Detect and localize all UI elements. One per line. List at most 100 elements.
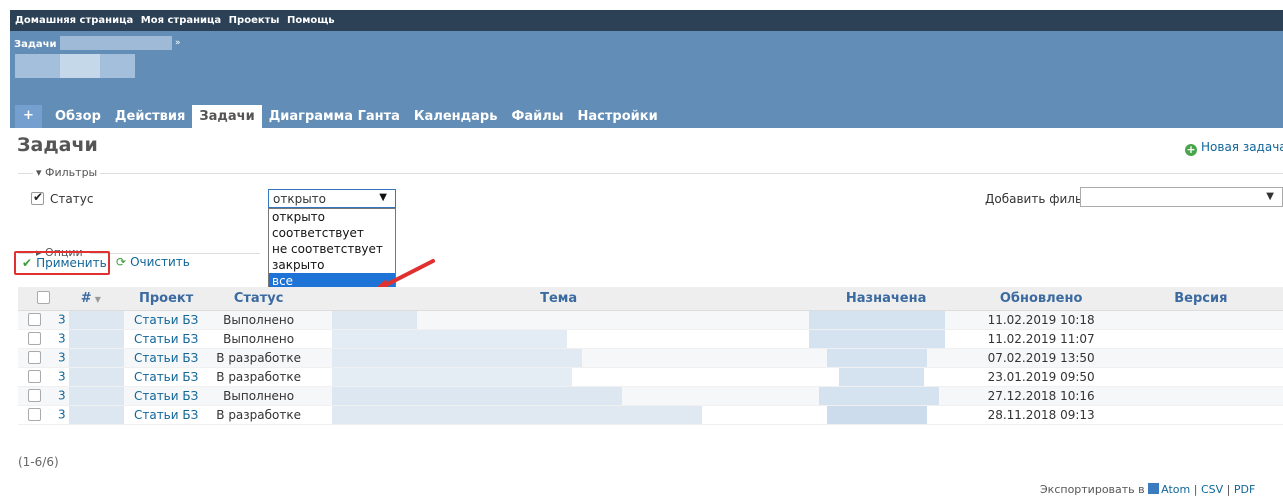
col-header-version[interactable]: Версия xyxy=(1118,287,1283,311)
filters-legend[interactable]: ▾ Фильтры xyxy=(33,166,101,179)
version-cell xyxy=(1118,329,1283,349)
redacted-block xyxy=(68,348,124,367)
dropdown-caret-icon: ▼ xyxy=(1266,191,1274,202)
page-title: Задачи xyxy=(17,134,98,156)
updated-cell: 11.02.2019 11:07 xyxy=(963,329,1119,349)
status-cell: Выполнено xyxy=(208,386,309,406)
top-menu-home[interactable]: Домашняя страница xyxy=(15,15,133,26)
redacted-block xyxy=(838,367,924,386)
top-menu-my-page[interactable]: Моя страница xyxy=(141,15,221,26)
project-link[interactable]: Статьи БЗ xyxy=(123,329,209,349)
export-links: Экспортировать в Atom | CSV | PDF xyxy=(1040,483,1255,496)
tab-activity[interactable]: Действия xyxy=(108,105,192,128)
row-checkbox[interactable] xyxy=(28,407,41,421)
filters-legend-label: Фильтры xyxy=(45,166,98,179)
table-row[interactable]: 3 Статьи БЗ Выполнено 11.02.2019 10:18 xyxy=(18,310,1283,330)
redacted-block xyxy=(331,405,702,424)
row-checkbox[interactable] xyxy=(28,369,41,383)
redacted-block xyxy=(808,310,945,329)
issue-id-link[interactable]: 3 xyxy=(58,388,66,402)
redacted-block xyxy=(331,367,572,386)
add-filter-select[interactable]: ▼ xyxy=(1080,187,1283,207)
version-cell xyxy=(1118,405,1283,425)
new-issue-label: Новая задача xyxy=(1201,140,1283,154)
checkmark-icon: ✔ xyxy=(33,190,44,204)
version-cell xyxy=(1118,348,1283,368)
table-row[interactable]: 3 Статьи БЗ В разработке 07.02.2019 13:5… xyxy=(18,348,1283,368)
redacted-block xyxy=(818,386,939,405)
add-icon: + xyxy=(1185,143,1197,156)
select-all-checkbox[interactable] xyxy=(36,290,50,304)
col-header-updated[interactable]: Обновлено xyxy=(963,287,1119,311)
separator: | xyxy=(1226,483,1231,496)
export-atom-link[interactable]: Atom xyxy=(1161,483,1190,496)
table-row[interactable]: 3 Статьи БЗ Выполнено 27.12.2018 10:16 xyxy=(18,386,1283,406)
updated-cell: 11.02.2019 10:18 xyxy=(963,310,1119,330)
redacted-block xyxy=(331,386,622,405)
version-cell xyxy=(1118,367,1283,387)
project-link[interactable]: Статьи БЗ xyxy=(123,310,209,330)
redacted-block xyxy=(68,310,124,329)
feed-icon xyxy=(1148,483,1160,494)
redacted-block xyxy=(68,386,124,405)
select-all-header[interactable] xyxy=(18,287,58,311)
issue-id-link[interactable]: 3 xyxy=(58,407,66,421)
version-cell xyxy=(1118,386,1283,406)
row-checkbox[interactable] xyxy=(28,312,41,326)
tab-calendar[interactable]: Календарь xyxy=(407,105,505,128)
col-header-status[interactable]: Статус xyxy=(208,287,309,311)
table-row[interactable]: 3 Статьи БЗ Выполнено 11.02.2019 11:07 xyxy=(18,329,1283,349)
row-checkbox[interactable] xyxy=(28,388,41,402)
tab-settings[interactable]: Настройки xyxy=(571,105,665,128)
project-link[interactable]: Статьи БЗ xyxy=(123,367,209,387)
separator: | xyxy=(1193,483,1198,496)
issues-table: # ▼ Проект Статус Тема Назначена Обновлен… xyxy=(18,287,1283,425)
top-menu: Домашняя страница Моя страница Проекты П… xyxy=(10,10,1283,31)
tab-issues[interactable]: Задачи xyxy=(192,105,262,128)
row-checkbox[interactable] xyxy=(28,350,41,364)
clear-button[interactable]: ⟳ Очистить xyxy=(116,255,190,269)
project-title[interactable]: Задачи xyxy=(14,39,57,50)
status-cell: Выполнено xyxy=(208,310,309,330)
col-header-assignee[interactable]: Назначена xyxy=(808,287,964,311)
issue-id-link[interactable]: 3 xyxy=(58,350,66,364)
status-select-value: открыто xyxy=(273,192,327,206)
status-cell: Выполнено xyxy=(208,329,309,349)
status-filter-checkbox[interactable]: ✔ xyxy=(31,190,44,205)
col-header-id[interactable]: # ▼ xyxy=(58,287,124,311)
option-open[interactable]: открыто xyxy=(269,209,395,225)
table-row[interactable]: 3 Статьи БЗ В разработке 28.11.2018 09:1… xyxy=(18,405,1283,425)
top-menu-projects[interactable]: Проекты xyxy=(229,15,280,26)
project-link[interactable]: Статьи БЗ xyxy=(123,386,209,406)
redacted-block xyxy=(68,405,124,424)
tab-files[interactable]: Файлы xyxy=(504,105,570,128)
options-divider-right xyxy=(90,253,260,254)
export-pdf-link[interactable]: PDF xyxy=(1234,483,1255,496)
status-cell: В разработке xyxy=(208,348,309,368)
new-issue-link[interactable]: + Новая задача xyxy=(1185,140,1283,156)
apply-button[interactable]: ✔ Применить xyxy=(14,251,110,275)
tab-gantt[interactable]: Диаграмма Ганта xyxy=(262,105,407,128)
updated-cell: 28.11.2018 09:13 xyxy=(963,405,1119,425)
project-link[interactable]: Статьи БЗ xyxy=(123,348,209,368)
sort-desc-icon: ▼ xyxy=(94,294,101,304)
status-filter-label: Статус xyxy=(50,192,94,206)
row-checkbox[interactable] xyxy=(28,331,41,345)
option-matches[interactable]: соответствует xyxy=(269,225,395,241)
top-menu-help[interactable]: Помощь xyxy=(287,15,335,26)
reload-icon: ⟳ xyxy=(116,255,127,269)
col-header-project[interactable]: Проект xyxy=(123,287,209,311)
table-row[interactable]: 3 Статьи БЗ В разработке 23.01.2019 09:5… xyxy=(18,367,1283,387)
issue-id-link[interactable]: 3 xyxy=(58,369,66,383)
issue-id-link[interactable]: 3 xyxy=(58,331,66,345)
tab-new[interactable]: + xyxy=(15,105,42,128)
project-link[interactable]: Статьи БЗ xyxy=(123,405,209,425)
col-header-subject[interactable]: Тема xyxy=(308,287,809,311)
status-operator-select[interactable]: открыто ▼ xyxy=(268,189,396,208)
export-csv-link[interactable]: CSV xyxy=(1201,483,1223,496)
redacted-block xyxy=(60,36,172,50)
project-header: Задачи » + Обзор Действия Задачи Диаграм… xyxy=(10,31,1283,128)
issue-id-link[interactable]: 3 xyxy=(58,312,66,326)
check-icon: ✔ xyxy=(22,256,33,270)
tab-overview[interactable]: Обзор xyxy=(48,105,108,128)
